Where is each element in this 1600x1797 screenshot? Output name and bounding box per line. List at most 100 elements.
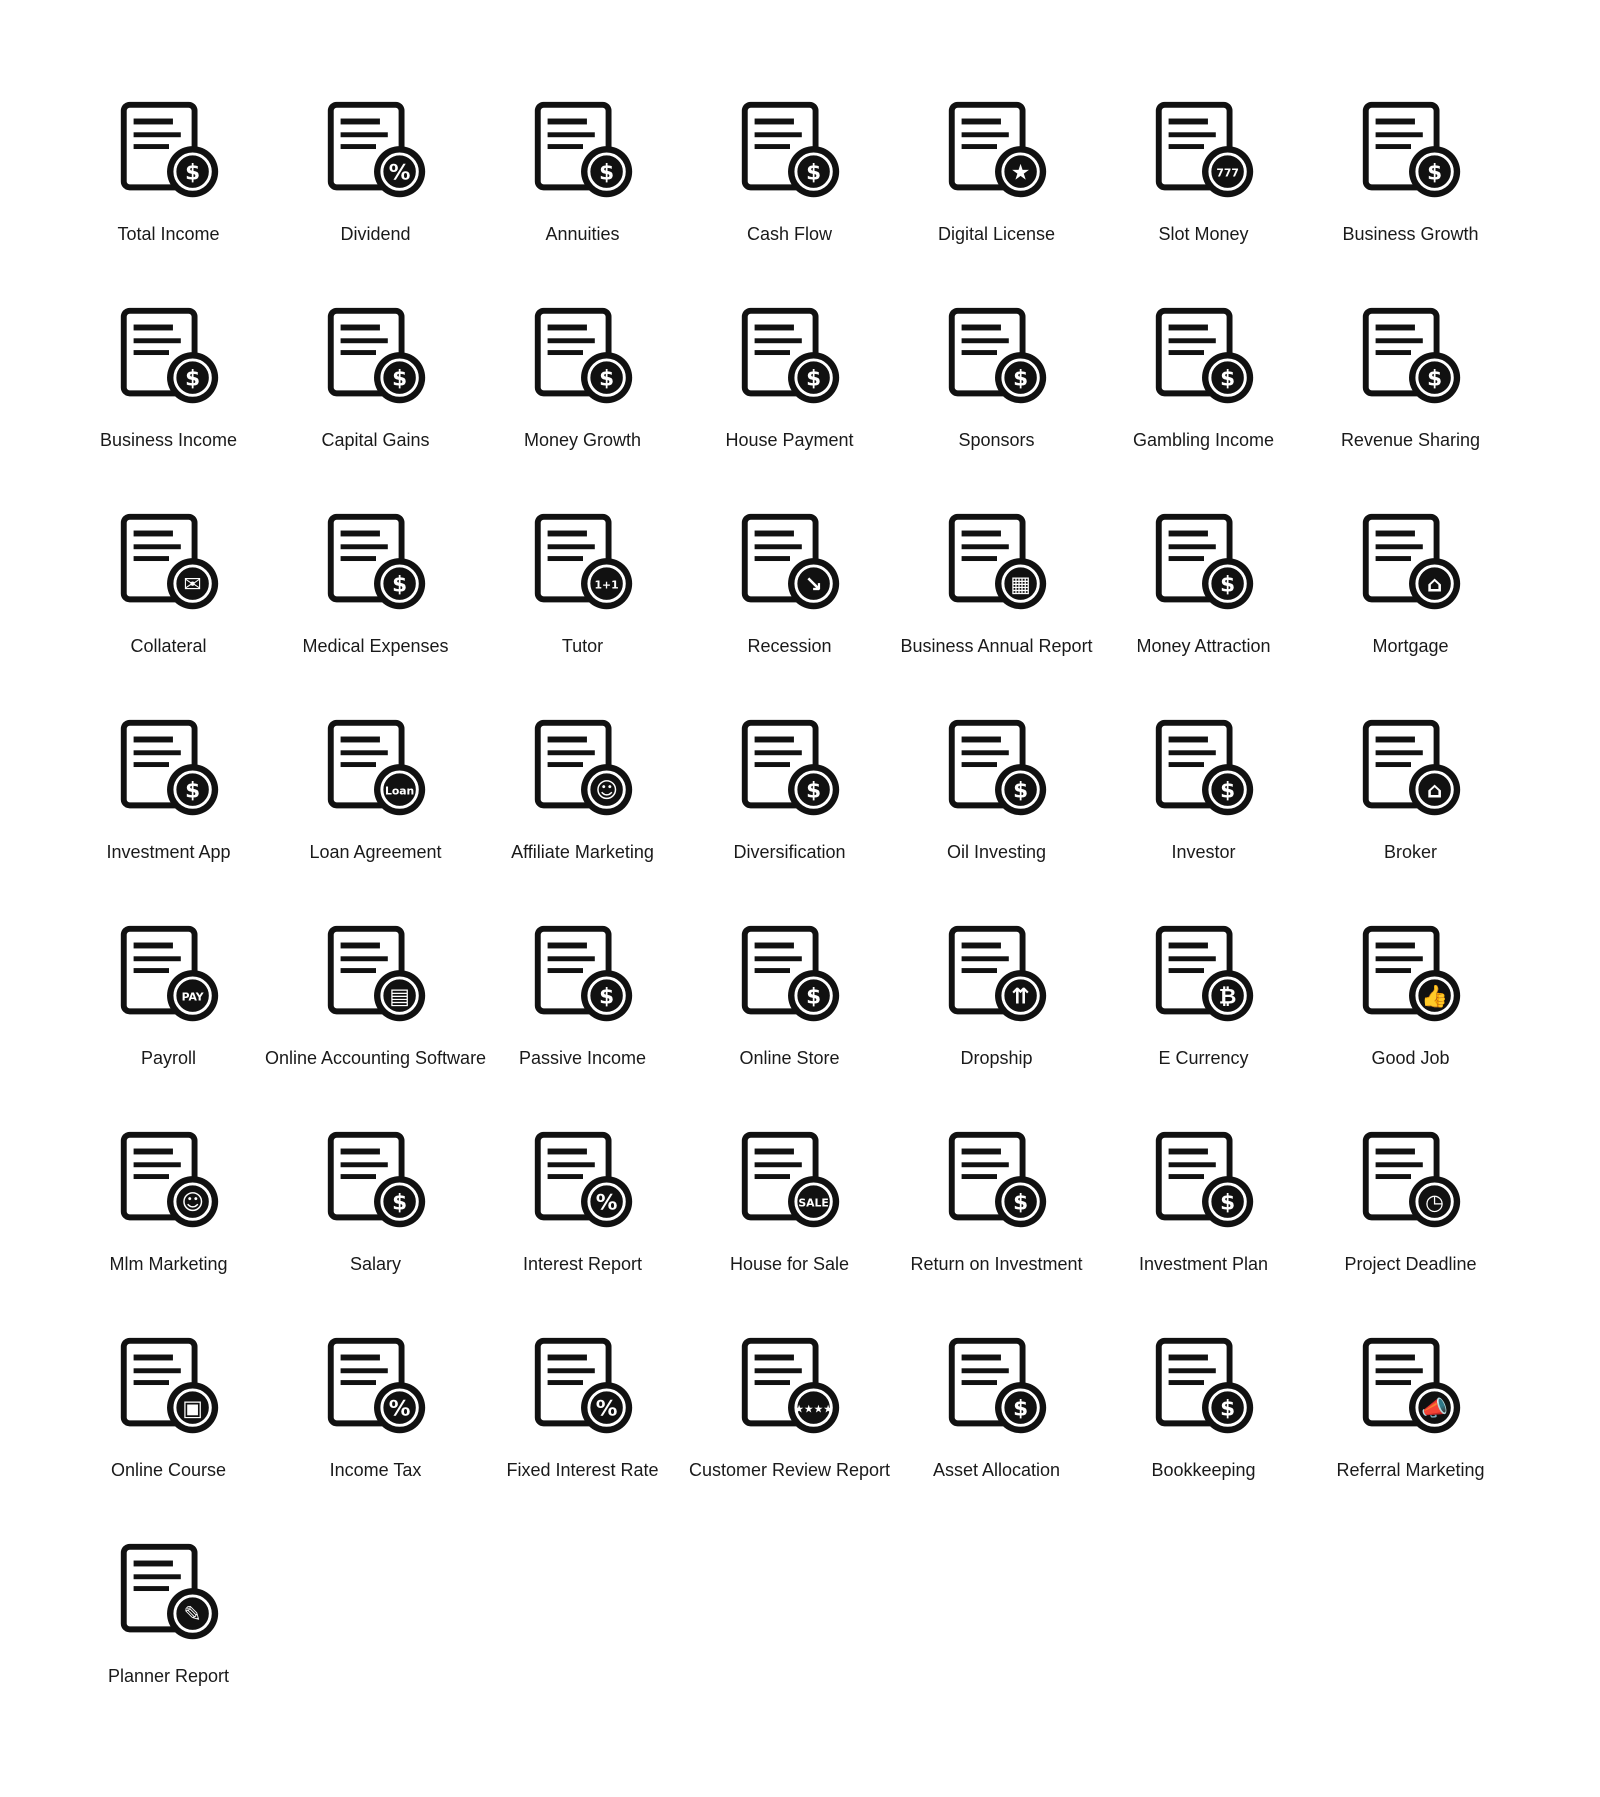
icon-label: Customer Review Report	[688, 1460, 891, 1480]
monitor-chart-calculator-icon: ▤	[316, 914, 436, 1034]
icon-label: Investor	[1171, 842, 1236, 862]
icon-label: Annuities	[545, 224, 620, 244]
icon-label: Business Annual Report	[900, 636, 1093, 656]
icon-tile: ⌂ Broker	[1307, 708, 1514, 914]
icon-label: Interest Report	[522, 1254, 643, 1274]
icon-label: Recession	[747, 636, 832, 656]
icon-label: Tutor	[561, 636, 604, 656]
phone-megaphone-icon: 📣	[1351, 1326, 1471, 1446]
icon-tile: $ Business Income	[65, 296, 272, 502]
icon-tile: ▦ Business Annual Report	[893, 502, 1100, 708]
icon-tile: ★ Digital License	[893, 90, 1100, 296]
icon-tile: % Interest Report	[479, 1120, 686, 1326]
svg-text:%: %	[595, 1397, 617, 1422]
icon-tile: $ Gambling Income	[1100, 296, 1307, 502]
money-bag-network-icon: $	[1351, 296, 1471, 416]
svg-text:$: $	[806, 985, 821, 1010]
icon-label: Loan Agreement	[309, 842, 442, 862]
icon-label: Investment App	[106, 842, 231, 862]
icon-tile: $ Online Store	[686, 914, 893, 1120]
svg-text:%: %	[388, 161, 410, 186]
icon-tile: $ Cash Flow	[686, 90, 893, 296]
icon-label: Medical Expenses	[302, 636, 449, 656]
svg-text:$: $	[806, 161, 821, 186]
icon-tile: $ Asset Allocation	[893, 1326, 1100, 1532]
icon-label: Asset Allocation	[932, 1460, 1061, 1480]
people-network-icon: ☺	[109, 1120, 229, 1240]
icon-label: Cash Flow	[746, 224, 833, 244]
clipboard-clock-icon: ◷	[1351, 1120, 1471, 1240]
svg-text:☺: ☺	[595, 779, 618, 804]
phone-chart-coin-icon: $	[109, 708, 229, 828]
declining-chart-calculator-icon: ↘	[730, 502, 850, 622]
svg-text:✉: ✉	[183, 573, 201, 598]
icon-label: Salary	[349, 1254, 402, 1274]
svg-text:1+1: 1+1	[594, 579, 618, 592]
svg-text:✎: ✎	[183, 1603, 201, 1628]
svg-text:$: $	[599, 985, 614, 1010]
hand-house-icon: ⌂	[1351, 502, 1471, 622]
percent-document-lock-icon: %	[523, 1326, 643, 1446]
person-arrows-icon: ☺	[523, 708, 643, 828]
svg-text:$: $	[185, 779, 200, 804]
laptop-bitcoin-icon: ₿	[1144, 914, 1264, 1034]
icon-tile: ▣ Online Course	[65, 1326, 272, 1532]
icon-tile: 📣 Referral Marketing	[1307, 1326, 1514, 1532]
icon-tile: $ Oil Investing	[893, 708, 1100, 914]
briefcase-coin-icon: $	[109, 296, 229, 416]
icon-label: Broker	[1383, 842, 1437, 862]
icon-label: House Payment	[725, 430, 854, 450]
icon-tile: ₿ E Currency	[1100, 914, 1307, 1120]
icon-label: Business Income	[99, 430, 238, 450]
magnet-coin-icon: $	[1144, 502, 1264, 622]
icon-tile: ⇈ Dropship	[893, 914, 1100, 1120]
icon-tile: % Fixed Interest Rate	[479, 1326, 686, 1532]
document-card-envelope-icon: ✉	[109, 502, 229, 622]
svg-text:★★★★: ★★★★	[794, 1403, 833, 1416]
icon-label: Bookkeeping	[1151, 1460, 1256, 1480]
icon-tile: ✎ Planner Report	[65, 1532, 272, 1738]
svg-text:$: $	[1013, 1397, 1028, 1422]
svg-text:$: $	[392, 1191, 407, 1216]
man-money-bag-icon: $	[1144, 708, 1264, 828]
icon-tile: $ Money Attraction	[1100, 502, 1307, 708]
icon-label: Mlm Marketing	[109, 1254, 228, 1274]
icon-label: Payroll	[140, 1048, 197, 1068]
icon-label: Online Course	[110, 1460, 227, 1480]
svg-text:⌂: ⌂	[1426, 573, 1441, 598]
svg-text:$: $	[1013, 367, 1028, 392]
icon-tile: $ Bookkeeping	[1100, 1326, 1307, 1532]
icon-label: Dividend	[340, 224, 411, 244]
icon-tile: ★★★★ Customer Review Report	[686, 1326, 893, 1532]
svg-text:▣: ▣	[182, 1397, 202, 1422]
coin-branches-icon: $	[730, 708, 850, 828]
icon-tile: % Dividend	[272, 90, 479, 296]
clipboard-coin-icon: $	[316, 502, 436, 622]
percent-report-coin-icon: %	[523, 1120, 643, 1240]
icon-tile: 1+1 Tutor	[479, 502, 686, 708]
hand-cloud-coin-icon: $	[523, 914, 643, 1034]
icon-label: Business Growth	[1342, 224, 1479, 244]
icon-tile: $ Revenue Sharing	[1307, 296, 1514, 502]
svg-text:$: $	[392, 573, 407, 598]
icon-label: Total Income	[117, 224, 220, 244]
svg-text:↘: ↘	[804, 573, 822, 598]
report-chart-calendar-icon: ▦	[937, 502, 1057, 622]
hand-coin-arrows-icon: $	[316, 296, 436, 416]
icon-label: Revenue Sharing	[1340, 430, 1481, 450]
svg-text:☺: ☺	[181, 1191, 204, 1216]
svg-text:$: $	[1220, 1191, 1235, 1216]
briefcase-thumbs-up-icon: 👍	[1351, 914, 1471, 1034]
icon-grid: $ Total Income% Dividend $ Annuities $ Cash Fl…	[65, 90, 1514, 1738]
svg-text:$: $	[185, 161, 200, 186]
svg-text:$: $	[1013, 1191, 1028, 1216]
svg-text:▤: ▤	[389, 985, 409, 1010]
icon-label: Slot Money	[1158, 224, 1249, 244]
icon-tile: $ Return on Investment	[893, 1120, 1100, 1326]
icon-label: Referral Marketing	[1336, 1460, 1485, 1480]
teacher-board-icon: 1+1	[523, 502, 643, 622]
icon-tile: $ Capital Gains	[272, 296, 479, 502]
svg-text:$: $	[599, 367, 614, 392]
icon-label: Digital License	[937, 224, 1056, 244]
svg-text:%: %	[388, 1397, 410, 1422]
